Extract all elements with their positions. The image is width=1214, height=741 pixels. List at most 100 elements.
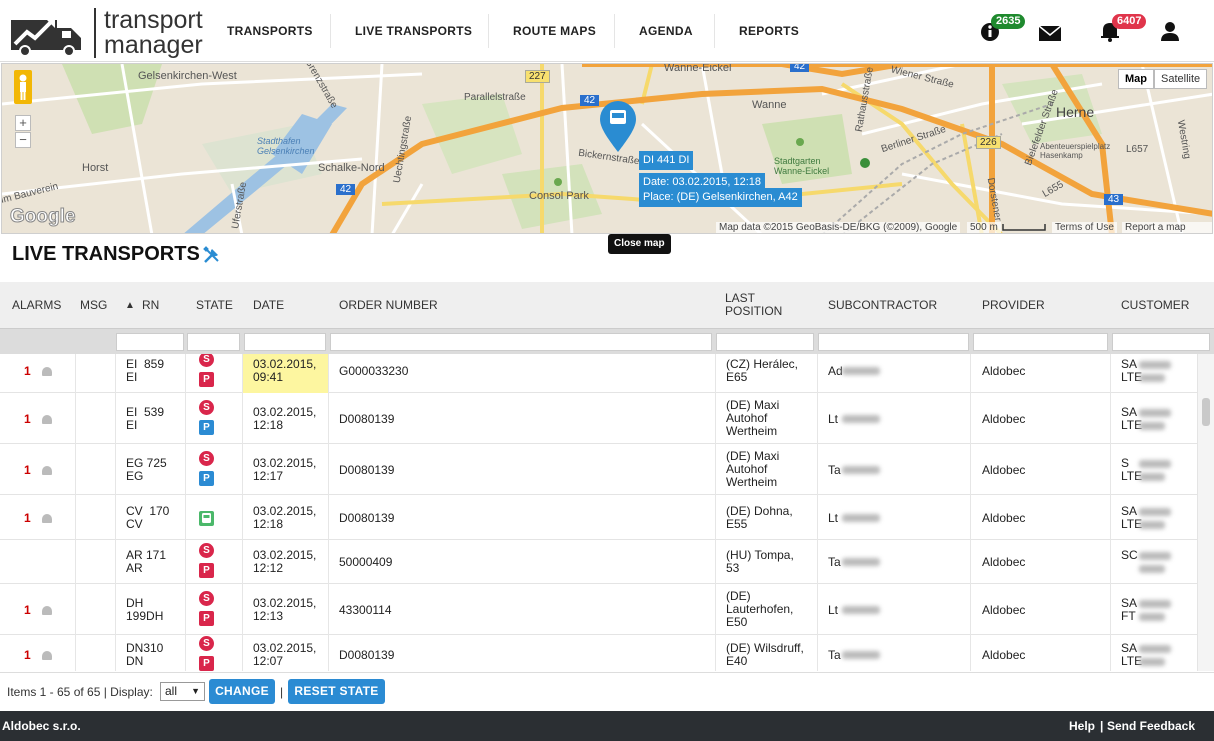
order-number[interactable]: G000033230 [339, 364, 408, 378]
filter-date-input[interactable] [244, 333, 326, 351]
sort-ascending-icon[interactable]: ▲ [125, 282, 135, 328]
send-feedback-link[interactable]: Send Feedback [1107, 711, 1195, 741]
column-header-msg[interactable]: MSG [80, 282, 107, 328]
filter-last-position-input[interactable] [716, 333, 814, 351]
zoom-out-button[interactable]: − [15, 132, 31, 148]
filter-rn-input[interactable] [116, 333, 184, 351]
column-header-state[interactable]: STATE [196, 282, 233, 328]
table-row[interactable]: 1 EG 725 EG S P 03.02.2015, 12:17 D0080139 (DE) … [0, 444, 1197, 495]
column-divider [817, 495, 818, 540]
nav-divider [614, 14, 615, 48]
parking-state-icon: P [199, 610, 214, 626]
nav-live-transports[interactable]: LIVE TRANSPORTS [355, 0, 472, 62]
column-header-last-position[interactable]: LAST POSITION [725, 282, 795, 328]
filter-customer-input[interactable] [1112, 333, 1210, 351]
filter-order-input[interactable] [330, 333, 712, 351]
column-header-date[interactable]: DATE [253, 282, 284, 328]
help-link[interactable]: Help [1069, 711, 1095, 741]
redacted-text [1139, 421, 1165, 430]
column-divider [75, 393, 76, 444]
filter-state-input[interactable] [187, 333, 240, 351]
column-header-provider[interactable]: PROVIDER [982, 282, 1045, 328]
column-divider [715, 495, 716, 540]
nav-transports[interactable]: TRANSPORTS [227, 0, 313, 62]
table-scrollbar[interactable] [1197, 354, 1214, 671]
table-row[interactable]: 1 CV 170 CV 03.02.2015, 12:18 D0080139 (DE) Do… [0, 495, 1197, 540]
order-number[interactable]: 43300114 [339, 603, 392, 617]
nav-reports[interactable]: REPORTS [739, 0, 799, 62]
redacted-text [1139, 552, 1171, 560]
terms-of-use-link[interactable]: Terms of Use [1052, 222, 1117, 233]
last-position-line: E55 [726, 516, 748, 531]
provider-name: Aldobec [982, 602, 1026, 617]
column-header-order-number[interactable]: ORDER NUMBER [339, 282, 438, 328]
close-map-button[interactable]: Close map [608, 234, 671, 254]
alarm-count[interactable]: 1 [24, 649, 31, 662]
change-button[interactable]: CHANGE [209, 679, 275, 704]
mail-icon[interactable] [1039, 22, 1061, 44]
order-number[interactable]: D0080139 [339, 649, 394, 662]
column-header-alarms[interactable]: ALARMS [12, 282, 61, 328]
report-map-error-link[interactable]: Report a map error [1122, 222, 1212, 233]
map-scale: 500 m [967, 222, 1001, 233]
alarm-count[interactable]: 1 [24, 603, 31, 617]
column-divider [115, 393, 116, 444]
vehicle-label[interactable]: DI 441 DI [639, 151, 694, 170]
order-number[interactable]: D0080139 [339, 511, 394, 525]
order-number[interactable]: D0080139 [339, 463, 394, 477]
nav-route-maps[interactable]: ROUTE MAPS [513, 0, 596, 62]
alarm-count[interactable]: 1 [24, 511, 31, 525]
parking-state-icon: P [199, 371, 214, 387]
alarm-bell-icon[interactable] [42, 414, 52, 424]
scale-bar-icon [1002, 224, 1046, 231]
map-type-map-button[interactable]: Map [1118, 69, 1154, 89]
column-divider [970, 635, 971, 671]
scrollbar-thumb[interactable] [1202, 398, 1210, 426]
column-divider [817, 444, 818, 495]
column-header-subcontractor[interactable]: SUBCONTRACTOR [828, 282, 937, 328]
alarm-bell-icon[interactable] [42, 651, 52, 660]
order-number[interactable]: D0080139 [339, 412, 394, 426]
alarm-bell-icon[interactable] [42, 366, 52, 376]
user-icon[interactable] [1159, 20, 1181, 42]
column-divider [970, 584, 971, 635]
street-view-pegman-icon[interactable] [14, 70, 32, 104]
alarm-bell-icon[interactable] [42, 513, 52, 523]
subcontractor-name: Ad [828, 363, 843, 378]
alarm-count[interactable]: 1 [24, 463, 31, 477]
customer-line1: SA [1121, 595, 1138, 610]
table-row[interactable]: AR 171 AR S P 03.02.2015, 12:12 50000409 (HU) T… [0, 540, 1197, 584]
column-divider [242, 540, 243, 584]
tools-icon[interactable] [202, 245, 222, 265]
subcontractor-name: Lt [828, 510, 839, 525]
display-select[interactable]: all ▼ [160, 682, 205, 701]
alarm-bell-icon[interactable] [42, 465, 52, 475]
column-divider [715, 354, 716, 393]
filter-provider-input[interactable] [973, 333, 1108, 351]
filter-subcontractor-input[interactable] [818, 333, 969, 351]
alarm-count[interactable]: 1 [24, 412, 31, 426]
map-label: Consol Park [529, 190, 589, 202]
nav-agenda[interactable]: AGENDA [639, 0, 693, 62]
map-type-satellite-button[interactable]: Satellite [1154, 69, 1208, 89]
table-row[interactable]: 1 DH 199DH S P 03.02.2015, 12:13 43300114 (DE) La… [0, 584, 1197, 635]
alarm-count[interactable]: 1 [24, 364, 31, 378]
date-line1: 03.02.2015, [253, 455, 317, 470]
date-line1: 03.02.2015, [253, 595, 317, 610]
table-row[interactable]: 1 EI 539 EI S P 03.02.2015, 12:18 D0080139 (DE) … [0, 393, 1197, 444]
reset-state-button[interactable]: RESET STATE [288, 679, 385, 704]
table-row[interactable]: 1 DN310 DN S P 03.02.2015, 12:07 D0080139 (DE) W… [0, 635, 1197, 671]
last-position-line: E50 [726, 615, 748, 629]
alarm-bell-icon[interactable] [42, 605, 52, 615]
date-line2: 12:17 [253, 468, 284, 483]
column-header-customer[interactable]: CUSTOMER [1121, 282, 1189, 328]
table-row[interactable]: 1 EI 859 EI S P 03.02.2015, 09:41 G000033230 (CZ… [0, 354, 1197, 393]
order-number[interactable]: 50000409 [339, 556, 392, 569]
column-divider [185, 495, 186, 540]
logo[interactable]: transport manager [8, 6, 208, 58]
zoom-in-button[interactable]: + [15, 115, 31, 131]
map-panel[interactable]: Gelsenkirchen-West Wanne-Eickel Wanne He… [1, 63, 1213, 234]
column-header-rn[interactable]: RN [142, 282, 159, 328]
redacted-text [1139, 565, 1165, 573]
column-divider [970, 540, 971, 584]
